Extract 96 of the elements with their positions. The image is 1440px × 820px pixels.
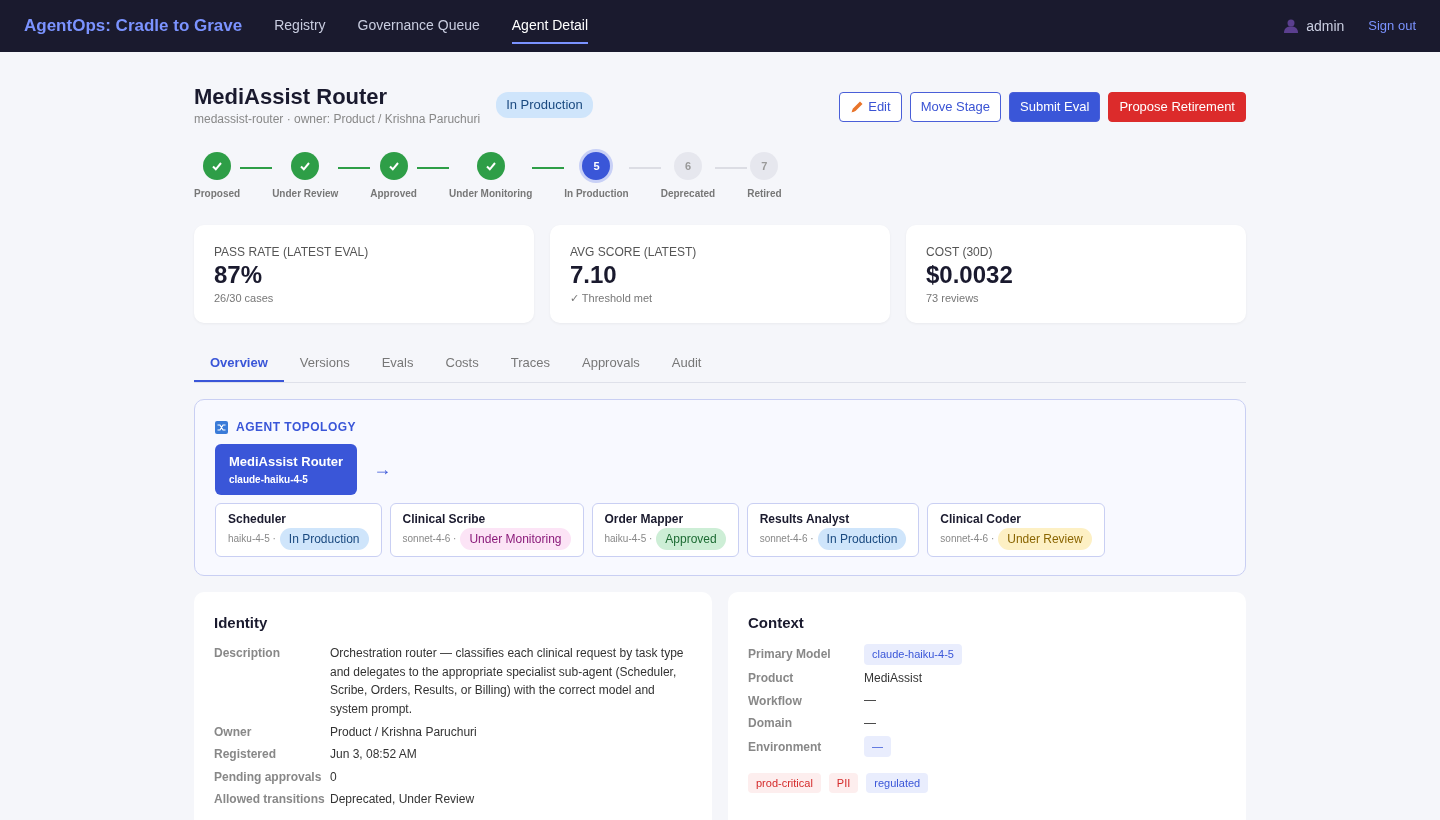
tag: prod-critical xyxy=(748,772,821,794)
card-title: Context xyxy=(748,612,805,633)
field-label: Description xyxy=(214,645,281,663)
check-icon xyxy=(484,160,497,173)
stage-label: Proposed xyxy=(194,187,241,202)
agent-node[interactable]: Clinical Scribe sonnet-4-6 · Under Monitoring xyxy=(389,502,584,557)
field-label: Pending approvals xyxy=(214,768,323,786)
field-value: MediAssist xyxy=(864,669,922,687)
agent-model: sonnet-4-6 · xyxy=(402,532,457,547)
nav-link[interactable]: Registry xyxy=(274,8,326,44)
stage-marker: 6 xyxy=(673,152,702,181)
agent-name: Clinical Coder xyxy=(940,510,1022,528)
metric-note: ✓ Threshold met xyxy=(570,291,654,307)
agent-model: haiku-4-5 · xyxy=(604,532,653,547)
metric-label: AVG SCORE (LATEST) xyxy=(570,244,698,262)
check-icon xyxy=(299,160,312,173)
nav-link[interactable]: Agent Detail xyxy=(511,8,589,44)
agent-model: claude-haiku-4-5 xyxy=(229,472,309,487)
user-name: admin xyxy=(1306,16,1345,36)
field-value: Deprecated, Under Review xyxy=(330,791,475,809)
field-label: Product xyxy=(748,670,795,687)
tag: regulated xyxy=(866,772,929,794)
metric-label: COST (30D) xyxy=(926,244,994,262)
field-value: — xyxy=(864,692,876,710)
tab[interactable]: Approvals xyxy=(566,346,656,383)
stage-label: Under Monitoring xyxy=(448,187,533,202)
agent-model: sonnet-4-6 · xyxy=(759,532,814,547)
stage-label: Deprecated xyxy=(660,187,716,202)
field-label: Primary Model xyxy=(748,646,832,664)
metric-value: 7.10 xyxy=(570,261,618,291)
agent-name: Clinical Scribe xyxy=(402,510,487,528)
pencil-icon xyxy=(850,99,865,114)
status-badge: In Production xyxy=(496,92,593,118)
agent-subtitle: medassist-router · owner: Product / Krishna Paruchuri xyxy=(194,111,481,129)
user-icon xyxy=(1284,19,1299,33)
brand-title[interactable]: AgentOps: Cradle to Grave xyxy=(24,13,243,39)
stage-label: Retired xyxy=(747,187,782,202)
page-title: MediAssist Router xyxy=(194,84,389,111)
field-label: Allowed transitions xyxy=(214,791,326,809)
status-badge: Under Monitoring xyxy=(460,527,571,550)
stage-marker: 7 xyxy=(750,152,779,181)
agent-node[interactable]: Results Analyst sonnet-4-6 · In Production xyxy=(746,502,920,557)
agent-name: MediAssist Router xyxy=(229,453,344,472)
card-title: Identity xyxy=(214,612,269,633)
stage-label: In Production xyxy=(564,187,629,202)
stage-label: Approved xyxy=(370,187,417,202)
metric-value: $0.0032 xyxy=(926,261,1014,291)
metric-value: 87% xyxy=(214,261,264,291)
status-badge: In Production xyxy=(817,527,907,550)
agent-node[interactable]: Clinical Coder sonnet-4-6 · Under Review xyxy=(927,502,1105,557)
action-button[interactable]: Move Stage xyxy=(909,92,1001,122)
field-label: Registered xyxy=(214,746,278,764)
tag: PII xyxy=(828,772,859,794)
field-label: Owner xyxy=(214,723,253,741)
agent-node[interactable]: Scheduler haiku-4-5 · In Production xyxy=(215,502,382,557)
metric-label: PASS RATE (LATEST EVAL) xyxy=(214,244,370,262)
action-button[interactable]: Edit xyxy=(839,92,902,122)
stage-label: Under Review xyxy=(272,187,339,202)
field-value: Orchestration router — classifies each clinical request by task type and delegates to the appropriate specialist sub-agent (Scheduler, Scribe, Orders, Results, or Billing) with the correct model and system prompt. xyxy=(330,645,685,718)
model-tag: — xyxy=(864,736,891,757)
status-badge: In Production xyxy=(279,527,369,550)
field-value: Jun 3, 08:52 AM xyxy=(330,746,417,764)
status-badge: Under Review xyxy=(998,527,1092,550)
agent-name: Order Mapper xyxy=(604,510,685,528)
tab[interactable]: Versions xyxy=(283,346,366,383)
status-badge: Approved xyxy=(656,527,726,550)
agent-name: Scheduler xyxy=(228,510,288,528)
field-label: Workflow xyxy=(748,692,803,710)
tab[interactable]: Overview xyxy=(194,346,284,383)
field-value: 0 xyxy=(330,768,337,786)
agent-model: haiku-4-5 · xyxy=(228,532,276,547)
shuffle-icon xyxy=(215,420,228,434)
model-tag: claude-haiku-4-5 xyxy=(864,644,962,665)
action-button[interactable]: Submit Eval xyxy=(1009,92,1101,122)
metric-note: 26/30 cases xyxy=(214,291,275,307)
check-icon xyxy=(387,160,400,173)
tab[interactable]: Costs xyxy=(429,346,495,383)
action-button[interactable]: Propose Retirement xyxy=(1108,92,1246,122)
field-value: Product / Krishna Paruchuri xyxy=(330,723,477,741)
field-label: Domain xyxy=(748,715,793,733)
metric-note: 73 reviews xyxy=(926,291,980,307)
agent-model: sonnet-4-6 · xyxy=(940,532,995,547)
field-value: — xyxy=(864,714,876,732)
nav-link[interactable]: Governance Queue xyxy=(357,8,480,44)
section-title: AGENT TOPOLOGY xyxy=(236,419,357,437)
check-icon xyxy=(211,160,224,173)
agent-name: Results Analyst xyxy=(759,510,851,528)
agent-node[interactable]: Order Mapper haiku-4-5 · Approved xyxy=(591,502,739,557)
root-agent-node[interactable]: MediAssist Router claude-haiku-4-5 xyxy=(215,444,358,495)
tab[interactable]: Evals xyxy=(365,346,430,383)
stage-marker: 5 xyxy=(582,152,611,181)
tab[interactable]: Traces xyxy=(494,346,566,383)
sign-out-link[interactable]: Sign out xyxy=(1368,16,1416,36)
tab[interactable]: Audit xyxy=(655,346,718,383)
arrow: → xyxy=(373,457,392,481)
field-label: Environment xyxy=(748,738,823,756)
